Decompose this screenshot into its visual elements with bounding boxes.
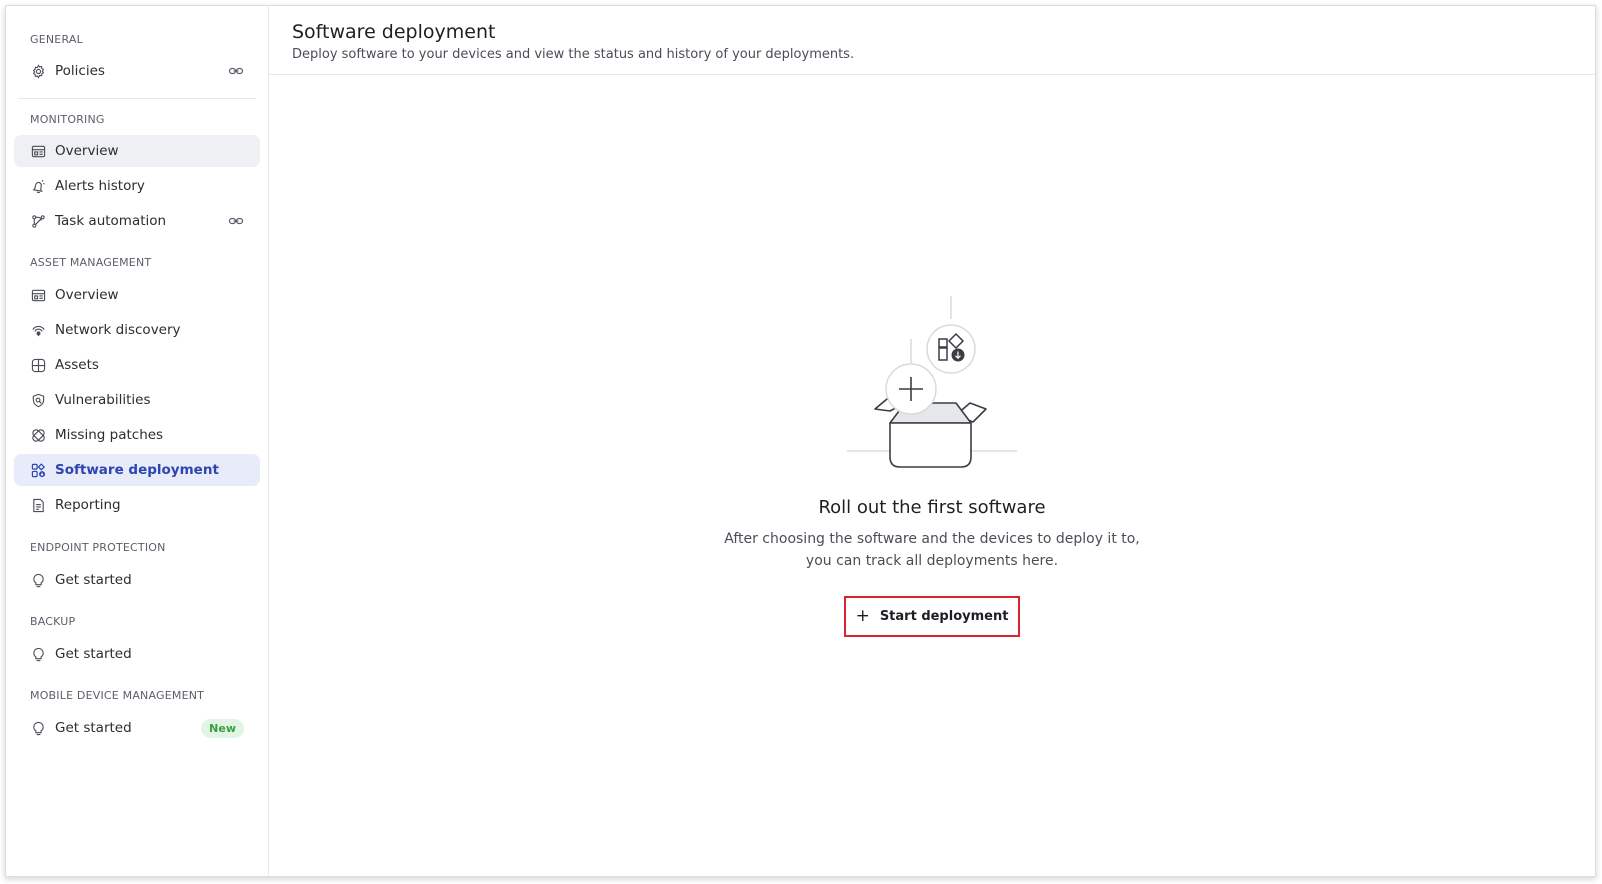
sidebar-item-policies[interactable]: Policies xyxy=(14,55,260,87)
dashboard-icon xyxy=(30,287,46,303)
shield-search-icon xyxy=(30,392,46,408)
sidebar-item-alerts-history[interactable]: Alerts history xyxy=(14,170,260,202)
app-window: GENERAL Policies MONITORING Overview Ale… xyxy=(5,5,1596,877)
sidebar-item-label: Vulnerabilities xyxy=(55,392,151,408)
section-label-asset-management: ASSET MANAGEMENT xyxy=(30,256,152,269)
sidebar-item-label: Alerts history xyxy=(55,178,145,194)
patch-bandage-icon xyxy=(30,427,46,443)
page-title: Software deployment xyxy=(292,21,496,43)
sidebar: GENERAL Policies MONITORING Overview Ale… xyxy=(6,6,269,876)
sidebar-item-label: Software deployment xyxy=(55,462,219,478)
section-label-endpoint-protection: ENDPOINT PROTECTION xyxy=(30,541,166,554)
sidebar-item-mdm-get-started[interactable]: Get started New xyxy=(14,712,260,744)
start-deployment-button[interactable]: + Start deployment xyxy=(844,596,1020,637)
empty-state-description: After choosing the software and the devi… xyxy=(269,528,1595,572)
sidebar-item-software-deployment[interactable]: Software deployment xyxy=(14,454,260,486)
sidebar-item-label: Task automation xyxy=(55,213,167,229)
sidebar-item-ep-get-started[interactable]: Get started xyxy=(14,564,260,596)
page-subtitle: Deploy software to your devices and view… xyxy=(292,47,855,62)
empty-state-title: Roll out the first software xyxy=(818,497,1046,518)
sidebar-item-task-automation[interactable]: Task automation xyxy=(14,205,260,237)
software-box-illustration xyxy=(847,296,1017,468)
plus-icon: + xyxy=(855,606,870,626)
sidebar-item-network-discovery[interactable]: Network discovery xyxy=(14,314,260,346)
dashboard-icon xyxy=(30,143,46,159)
sidebar-item-asset-overview[interactable]: Overview xyxy=(14,279,260,311)
lightbulb-icon xyxy=(30,646,46,662)
new-badge: New xyxy=(201,719,244,738)
link-icon xyxy=(228,213,244,229)
section-label-general: GENERAL xyxy=(30,33,83,46)
workflow-icon xyxy=(30,213,46,229)
section-label-monitoring: MONITORING xyxy=(30,113,105,126)
empty-state: Roll out the first software After choosi… xyxy=(269,291,1595,637)
sidebar-item-assets[interactable]: Assets xyxy=(14,349,260,381)
alert-bell-icon xyxy=(30,178,46,194)
software-deploy-icon xyxy=(30,462,46,478)
sidebar-item-missing-patches[interactable]: Missing patches xyxy=(14,419,260,451)
sidebar-item-vulnerabilities[interactable]: Vulnerabilities xyxy=(14,384,260,416)
network-radar-icon xyxy=(30,322,46,338)
sidebar-item-label: Get started xyxy=(55,720,132,736)
link-icon xyxy=(228,63,244,79)
sidebar-item-monitoring-overview[interactable]: Overview xyxy=(14,135,260,167)
lightbulb-icon xyxy=(30,720,46,736)
sidebar-item-backup-get-started[interactable]: Get started xyxy=(14,638,260,670)
empty-state-text-line2: you can track all deployments here. xyxy=(805,553,1059,569)
gear-icon xyxy=(30,63,46,79)
sidebar-item-label: Assets xyxy=(55,357,99,373)
page-header: Software deployment Deploy software to y… xyxy=(269,6,1595,75)
start-deployment-label: Start deployment xyxy=(879,609,1009,624)
globe-grid-icon xyxy=(30,357,46,373)
report-document-icon xyxy=(30,497,46,513)
sidebar-item-label: Reporting xyxy=(55,497,121,513)
lightbulb-icon xyxy=(30,572,46,588)
sidebar-item-label: Get started xyxy=(55,646,132,662)
sidebar-item-reporting[interactable]: Reporting xyxy=(14,489,260,521)
sidebar-item-label: Get started xyxy=(55,572,132,588)
empty-state-text-line1: After choosing the software and the devi… xyxy=(724,531,1140,547)
sidebar-item-label: Network discovery xyxy=(55,322,181,338)
section-label-backup: BACKUP xyxy=(30,615,76,628)
sidebar-item-label: Overview xyxy=(55,287,119,303)
sidebar-item-label: Policies xyxy=(55,63,105,79)
main-content: Software deployment Deploy software to y… xyxy=(269,6,1595,876)
section-label-mdm: MOBILE DEVICE MANAGEMENT xyxy=(30,689,205,702)
sidebar-item-label: Missing patches xyxy=(55,427,164,443)
sidebar-item-label: Overview xyxy=(55,143,119,159)
